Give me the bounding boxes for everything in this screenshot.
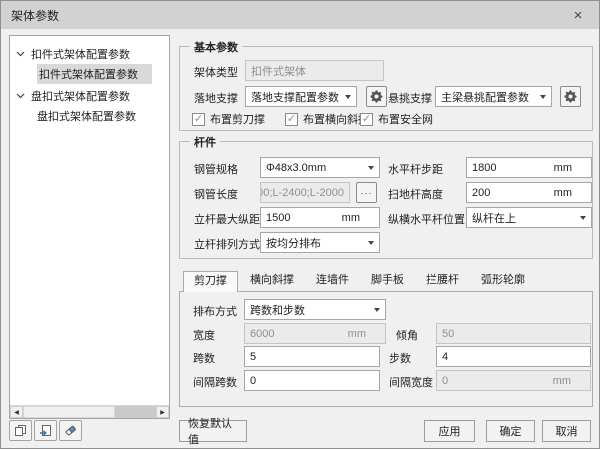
checkbox-icon[interactable]: ✓ xyxy=(192,113,205,126)
interval-spans-label: 间隔跨数 xyxy=(193,374,237,390)
tree-item-pankou-child[interactable]: 盘扣式架体配置参数 xyxy=(10,106,169,126)
chevron-down-icon[interactable] xyxy=(16,91,26,101)
checkbox-scissor-brace[interactable]: ✓ 布置剪刀撑 xyxy=(192,111,265,127)
tab-arc-outline[interactable]: 弧形轮廓 xyxy=(471,271,535,291)
dropdown-arrow-icon xyxy=(540,95,546,99)
horizontal-step-field[interactable]: 1800 mm xyxy=(466,157,592,178)
members-group-title: 杆件 xyxy=(190,134,220,150)
pipe-length-field: L-2700;L-2400;L-2000 xyxy=(260,182,350,203)
tab-scissor-brace[interactable]: 剪刀撑 xyxy=(183,271,238,292)
checkbox-label: 布置剪刀撑 xyxy=(210,111,265,127)
dropdown-arrow-icon xyxy=(368,166,374,170)
close-icon[interactable]: × xyxy=(567,4,589,26)
interval-width-field: 0 mm xyxy=(436,370,591,391)
checkbox-label: 布置安全网 xyxy=(378,111,433,127)
tree-item-label: 扣件式架体配置参数 xyxy=(31,46,130,62)
basic-params-title: 基本参数 xyxy=(190,39,242,55)
more-ellipsis-icon: ··· xyxy=(361,188,373,198)
page-import-icon xyxy=(39,424,52,437)
tree-item-koujian-parent[interactable]: 扣件式架体配置参数 xyxy=(10,44,169,64)
dialog-title: 架体参数 xyxy=(11,7,59,24)
frame-type-label: 架体类型 xyxy=(194,64,238,80)
pipe-length-more-button[interactable]: ··· xyxy=(356,182,377,203)
tab-waist-rail[interactable]: 拦腰杆 xyxy=(416,271,469,291)
ground-support-label: 落地支撑 xyxy=(194,90,238,106)
copy-icon xyxy=(14,424,27,437)
ok-button[interactable]: 确定 xyxy=(486,420,535,442)
basic-params-group: 基本参数 架体类型 扣件式架体 落地支撑 落地支撑配置参数 悬挑支撑 主梁悬挑配… xyxy=(179,46,593,131)
tree-item-label: 盘扣式架体配置参数 xyxy=(31,88,130,104)
width-field: 6000 mm xyxy=(244,323,386,344)
interval-width-label: 间隔宽度 xyxy=(389,374,433,390)
spans-field[interactable]: 5 xyxy=(244,346,380,367)
pole-arrangement-select[interactable]: 按均分排布 xyxy=(260,232,380,253)
tab-wall-connector[interactable]: 连墙件 xyxy=(306,271,359,291)
arrange-mode-select[interactable]: 跨数和步数 xyxy=(244,299,386,320)
members-group: 杆件 钢管规格 Φ48x3.0mm 水平杆步距 1800 mm 钢管长度 L-2… xyxy=(179,141,593,259)
pipe-length-label: 钢管长度 xyxy=(194,186,238,202)
pipe-spec-select[interactable]: Φ48x3.0mm xyxy=(260,157,380,178)
unit-label: mm xyxy=(553,375,585,387)
scroll-left-icon[interactable]: ◀ xyxy=(10,406,23,418)
erase-config-button[interactable] xyxy=(59,420,82,441)
gear-icon xyxy=(370,90,383,103)
unit-label: mm xyxy=(342,212,374,224)
cantilever-support-settings-button[interactable] xyxy=(560,86,581,107)
import-config-button[interactable] xyxy=(34,420,57,441)
tab-lateral-brace[interactable]: 横向斜撑 xyxy=(240,271,304,291)
horizontal-pos-select[interactable]: 纵杆在上 xyxy=(466,207,592,228)
cantilever-support-select[interactable]: 主梁悬挑配置参数 xyxy=(435,86,552,107)
horizontal-scrollbar[interactable]: ◀ ▶ xyxy=(10,405,169,418)
checkbox-safety-net[interactable]: ✓ 布置安全网 xyxy=(360,111,433,127)
sweep-height-field[interactable]: 200 mm xyxy=(466,182,592,203)
unit-label: mm xyxy=(554,162,586,174)
pole-arrangement-label: 立杆排列方式 xyxy=(194,236,260,252)
interval-spans-field[interactable]: 0 xyxy=(244,370,380,391)
incline-label: 倾角 xyxy=(396,327,418,343)
ground-support-settings-button[interactable] xyxy=(366,86,387,107)
tab-scaffold-board[interactable]: 脚手板 xyxy=(361,271,414,291)
width-label: 宽度 xyxy=(193,327,215,343)
scroll-right-icon[interactable]: ▶ xyxy=(156,406,169,418)
pole-max-spacing-label: 立杆最大纵距 xyxy=(194,211,260,227)
dropdown-arrow-icon xyxy=(345,95,351,99)
tree-item-label: 盘扣式架体配置参数 xyxy=(37,108,136,124)
tree-item-pankou-parent[interactable]: 盘扣式架体配置参数 xyxy=(10,86,169,106)
horizontal-pos-label: 纵横水平杆位置 xyxy=(388,211,465,227)
tree-item-label-selected: 扣件式架体配置参数 xyxy=(37,64,152,84)
unit-label: mm xyxy=(348,328,380,340)
dropdown-arrow-icon xyxy=(368,241,374,245)
restore-defaults-button[interactable]: 恢复默认值 xyxy=(179,420,247,442)
steps-label: 步数 xyxy=(389,350,411,366)
arrange-mode-label: 排布方式 xyxy=(193,303,237,319)
checkbox-icon[interactable]: ✓ xyxy=(360,113,373,126)
spans-label: 跨数 xyxy=(193,350,215,366)
pipe-spec-label: 钢管规格 xyxy=(194,161,238,177)
pole-max-spacing-field[interactable]: 1500 mm xyxy=(260,207,380,228)
config-tree-panel: 扣件式架体配置参数 扣件式架体配置参数 盘扣式架体配置参数 盘扣式架体配置参数 … xyxy=(9,35,170,419)
unit-label: mm xyxy=(554,187,586,199)
scrollbar-thumb[interactable] xyxy=(23,406,115,418)
frame-type-field: 扣件式架体 xyxy=(245,60,384,81)
title-bar[interactable]: 架体参数 × xyxy=(1,1,599,29)
horizontal-step-label: 水平杆步距 xyxy=(388,161,443,177)
steps-field[interactable]: 4 xyxy=(436,346,591,367)
checkbox-icon[interactable]: ✓ xyxy=(285,113,298,126)
bracing-tabbar: 剪刀撑 横向斜撑 连墙件 脚手板 拦腰杆 弧形轮廓 xyxy=(183,271,537,292)
apply-button[interactable]: 应用 xyxy=(424,420,475,442)
cantilever-support-label: 悬挑支撑 xyxy=(388,90,432,106)
gear-icon xyxy=(564,90,577,103)
sweep-height-label: 扫地杆高度 xyxy=(388,186,443,202)
chevron-down-icon[interactable] xyxy=(16,49,26,59)
incline-field: 50 xyxy=(436,323,591,344)
checkbox-lateral-brace[interactable]: ✓ 布置横向斜撑 xyxy=(285,111,369,127)
copy-config-button[interactable] xyxy=(9,420,32,441)
dropdown-arrow-icon xyxy=(580,216,586,220)
tree-item-koujian-child[interactable]: 扣件式架体配置参数 xyxy=(10,64,169,84)
eraser-icon xyxy=(64,424,77,437)
frame-parameters-dialog: 架体参数 × 扣件式架体配置参数 扣件式架体配置参数 盘扣式架体配置参数 盘扣式… xyxy=(0,0,600,449)
ground-support-select[interactable]: 落地支撑配置参数 xyxy=(245,86,357,107)
dropdown-arrow-icon xyxy=(374,308,380,312)
cancel-button[interactable]: 取消 xyxy=(542,420,591,442)
